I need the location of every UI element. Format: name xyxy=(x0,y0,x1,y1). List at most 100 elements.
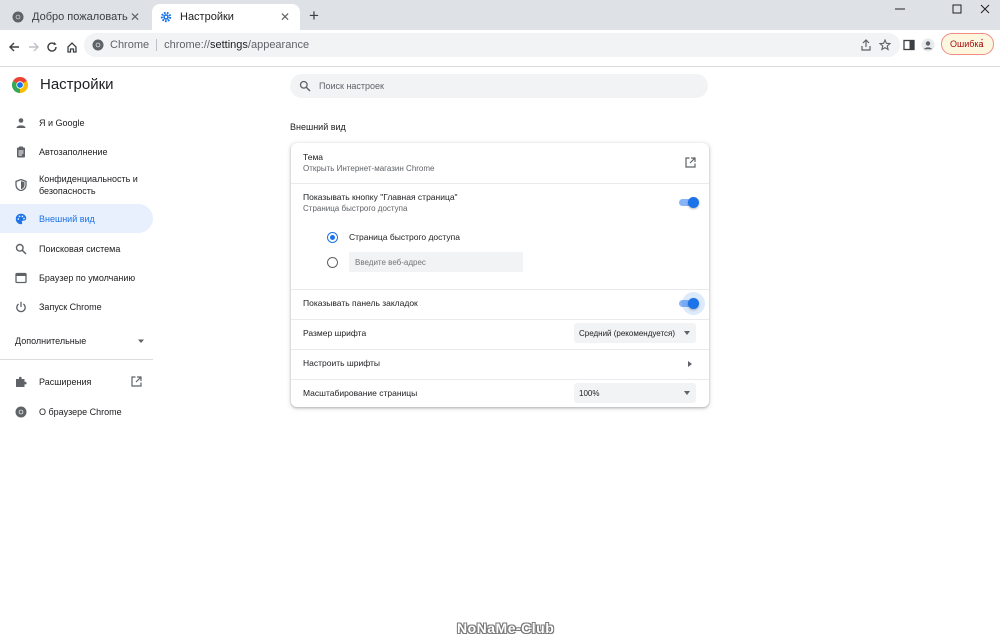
arrow-right-icon xyxy=(688,361,692,367)
sidebar-item-privacy[interactable]: Конфиденциальность и безопасность xyxy=(0,171,153,199)
watermark: NoNaMe-Club xyxy=(457,620,555,636)
sidebar-item-label: Я и Google xyxy=(39,117,85,128)
bookmarks-bar-label: Показывать панель закладок xyxy=(303,298,418,308)
minimize-button[interactable] xyxy=(885,0,915,20)
tab-settings[interactable]: Настройки ✕ xyxy=(152,4,300,30)
sidebar-item-autofill[interactable]: Автозаполнение xyxy=(0,143,153,160)
reload-icon xyxy=(47,42,57,52)
sidebar-item-label: Расширения xyxy=(39,376,92,387)
bookmarks-bar-row: Показывать панель закладок xyxy=(291,290,709,319)
tab-strip: Добро пожаловать в Chrome! ✕ Настройки ✕… xyxy=(0,0,1000,30)
font-size-row: Размер шрифта Средний (рекомендуется) xyxy=(291,320,709,349)
settings-gear-icon xyxy=(160,11,172,23)
share-icon[interactable] xyxy=(860,39,872,51)
puzzle-icon xyxy=(14,375,28,389)
sidebar-item-label: Браузер по умолчанию xyxy=(39,272,136,283)
font-size-select[interactable]: Средний (рекомендуется) xyxy=(574,323,696,343)
chevron-down-icon xyxy=(138,339,144,343)
home-button-toggle[interactable] xyxy=(679,197,699,208)
custom-url-input[interactable] xyxy=(349,252,523,272)
sidebar-divider xyxy=(0,359,153,360)
person-icon xyxy=(14,116,28,130)
omnibox[interactable]: Chrome chrome://settings/appearance xyxy=(84,33,900,57)
new-tab-button[interactable]: + xyxy=(305,7,323,25)
open-in-new-icon xyxy=(131,376,142,387)
forward-button[interactable] xyxy=(24,37,44,57)
toggle-knob xyxy=(688,298,699,309)
search-icon xyxy=(299,80,311,92)
shield-icon xyxy=(14,178,28,192)
page-zoom-value: 100% xyxy=(579,388,600,398)
forward-arrow-icon xyxy=(29,42,39,52)
tab-close-icon[interactable]: ✕ xyxy=(128,10,142,24)
tab-welcome[interactable]: Добро пожаловать в Chrome! ✕ xyxy=(4,4,150,30)
tab-title: Добро пожаловать в Chrome! xyxy=(32,11,128,23)
toolbar: Chrome chrome://settings/appearance Ошиб… xyxy=(0,30,1000,67)
page-title: Настройки xyxy=(40,76,114,93)
bookmarks-bar-toggle[interactable] xyxy=(679,292,705,315)
dropdown-caret-icon xyxy=(684,331,690,335)
site-chip: Chrome xyxy=(110,39,150,51)
maximize-button[interactable] xyxy=(942,0,972,20)
theme-row[interactable]: Тема Открыть Интернет-магазин Chrome xyxy=(291,143,709,183)
chrome-logo-icon xyxy=(12,76,28,93)
chrome-icon xyxy=(92,39,104,51)
browser-icon xyxy=(14,271,28,285)
palette-icon xyxy=(14,212,28,226)
radio-new-tab-page[interactable] xyxy=(327,232,338,243)
error-button[interactable]: Ошибка ⋮ xyxy=(941,33,994,55)
dropdown-caret-icon xyxy=(684,391,690,395)
omnibox-divider xyxy=(156,39,158,51)
radio-new-tab-page-label: Страница быстрого доступа xyxy=(349,232,460,242)
sidebar-item-extensions[interactable]: Расширения xyxy=(0,373,150,390)
theme-label: Тема xyxy=(303,152,324,162)
page-zoom-select[interactable]: 100% xyxy=(574,383,696,403)
home-icon xyxy=(67,42,77,53)
sidebar-item-on-startup[interactable]: Запуск Chrome xyxy=(0,298,153,315)
sidebar-advanced-toggle[interactable]: Дополнительные xyxy=(15,336,145,346)
home-button-label: Показывать кнопку "Главная страница" xyxy=(303,192,458,202)
sidebar-item-label: Автозаполнение xyxy=(39,146,108,157)
search-placeholder: Поиск настроек xyxy=(319,81,384,91)
tab-close-icon[interactable]: ✕ xyxy=(278,10,292,24)
side-panel-icon[interactable] xyxy=(901,37,917,53)
sidebar-item-you-and-google[interactable]: Я и Google xyxy=(0,114,153,131)
font-size-value: Средний (рекомендуется) xyxy=(579,328,676,338)
sidebar-item-default-browser[interactable]: Браузер по умолчанию xyxy=(0,269,153,286)
more-vert-icon: ⋮ xyxy=(977,38,987,49)
sidebar-advanced-label: Дополнительные xyxy=(15,336,87,346)
bookmark-star-icon[interactable] xyxy=(879,39,891,51)
sidebar-item-label: Поисковая система xyxy=(39,243,121,254)
minimize-icon xyxy=(895,8,905,10)
section-heading: Внешний вид xyxy=(290,122,346,132)
sidebar-item-search-engine[interactable]: Поисковая система xyxy=(0,240,153,257)
home-button-sublabel: Страница быстрого доступа xyxy=(303,204,408,213)
chrome-icon xyxy=(12,11,24,23)
page-zoom-row: Масштабирование страницы 100% xyxy=(291,380,709,407)
url-text: chrome://settings/appearance xyxy=(164,39,310,51)
profile-avatar-icon[interactable] xyxy=(920,37,936,53)
open-in-new-icon[interactable] xyxy=(685,157,696,168)
clipboard-icon xyxy=(14,145,28,159)
power-icon xyxy=(14,300,28,314)
sidebar-item-label: Запуск Chrome xyxy=(39,301,102,312)
page-zoom-label: Масштабирование страницы xyxy=(303,388,418,398)
search-settings-field[interactable]: Поиск настроек xyxy=(290,74,708,98)
font-size-label: Размер шрифта xyxy=(303,328,367,338)
settings-brand: Настройки xyxy=(12,76,114,93)
reload-button[interactable] xyxy=(42,37,62,57)
home-button[interactable] xyxy=(62,37,82,57)
back-button[interactable] xyxy=(4,37,24,57)
customize-fonts-row[interactable]: Настроить шрифты xyxy=(291,350,709,379)
sidebar-item-label: Конфиденциальность и безопасность xyxy=(39,174,138,196)
close-window-button[interactable] xyxy=(970,0,1000,20)
sidebar-item-appearance[interactable]: Внешний вид xyxy=(0,204,153,233)
customize-fonts-label: Настроить шрифты xyxy=(303,358,380,368)
sidebar-item-about[interactable]: О браузере Chrome xyxy=(0,403,153,420)
toggle-knob xyxy=(688,197,699,208)
home-button-row: Показывать кнопку "Главная страница" Стр… xyxy=(291,184,709,220)
search-icon xyxy=(14,242,28,256)
close-icon xyxy=(980,4,990,14)
chrome-icon xyxy=(14,405,28,419)
radio-custom-url[interactable] xyxy=(327,257,338,268)
